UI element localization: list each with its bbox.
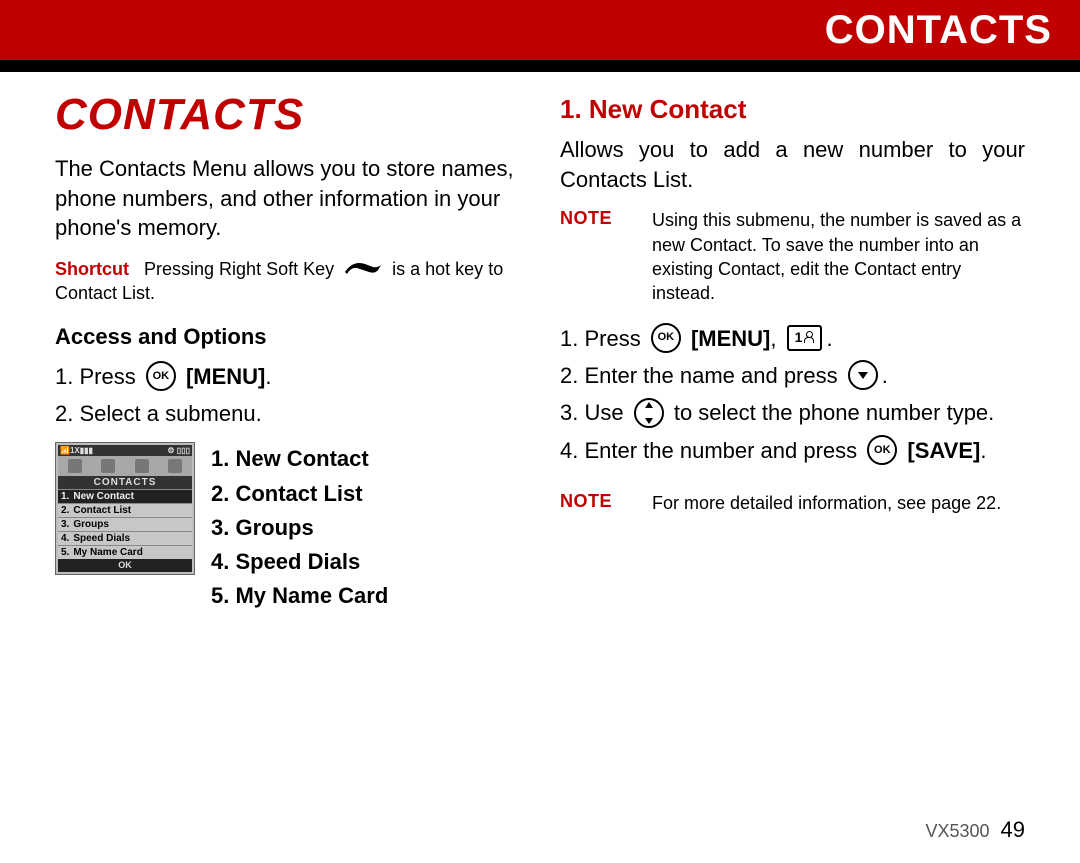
nav-updown-icon [634, 398, 664, 428]
chapter-title: CONTACTS [55, 90, 520, 140]
phone-item-2: 2.Contact List [58, 503, 192, 517]
intro-text: The Contacts Menu allows you to store na… [55, 154, 520, 243]
key-1-icon: 1 [787, 325, 823, 351]
menu-item-4: 4. Speed Dials [211, 545, 388, 579]
section-heading: 1. New Contact [560, 94, 1025, 125]
model-number: VX5300 [925, 821, 989, 841]
note-2: NOTE For more detailed information, see … [560, 491, 1025, 515]
header-bar: CONTACTS [0, 0, 1080, 60]
ok-button-icon: OK [651, 323, 681, 353]
page-body: CONTACTS The Contacts Menu allows you to… [0, 72, 1080, 613]
access-step-1: 1. Press OK [MENU]. [55, 358, 520, 395]
note-label: NOTE [560, 491, 632, 515]
menu-item-2: 2. Contact List [211, 477, 388, 511]
step-4: 4. Enter the number and press OK [SAVE]. [560, 432, 1025, 469]
nav-down-icon [848, 360, 878, 390]
shortcut-line: Shortcut Pressing Right Soft Key is a ho… [55, 257, 520, 306]
shortcut-label: Shortcut [55, 259, 129, 279]
access-steps: 1. Press OK [MENU]. 2. Select a submenu. [55, 358, 520, 433]
step-1: 1. Press OK [MENU], 1. [560, 320, 1025, 357]
page-footer: VX5300 49 [925, 817, 1025, 843]
header-title: CONTACTS [825, 8, 1052, 53]
phone-item-4: 4.Speed Dials [58, 531, 192, 545]
phone-title: CONTACTS [58, 476, 192, 489]
header-divider [0, 60, 1080, 72]
note-1: NOTE Using this submenu, the number is s… [560, 208, 1025, 305]
ok-button-icon: OK [867, 435, 897, 465]
phone-item-3: 3.Groups [58, 517, 192, 531]
access-step-2: 2. Select a submenu. [55, 395, 520, 432]
menu-item-3: 3. Groups [211, 511, 388, 545]
note-label: NOTE [560, 208, 632, 305]
note-text: For more detailed information, see page … [652, 491, 1001, 515]
submenu-list: 1. New Contact 2. Contact List 3. Groups… [211, 442, 388, 612]
page-number: 49 [1001, 817, 1025, 842]
menu-item-5: 5. My Name Card [211, 579, 388, 613]
newcontact-steps: 1. Press OK [MENU], 1. 2. Enter the name… [560, 320, 1025, 470]
left-column: CONTACTS The Contacts Menu allows you to… [55, 90, 520, 613]
phone-ok: OK [58, 559, 192, 572]
access-heading: Access and Options [55, 324, 520, 350]
right-column: 1. New Contact Allows you to add a new n… [560, 90, 1025, 613]
step-2: 2. Enter the name and press . [560, 357, 1025, 394]
submenu-row: 📶1X▮▮▮⚙ ▯▯▯ CONTACTS 1.New Contact 2.Con… [55, 442, 520, 612]
menu-item-1: 1. New Contact [211, 442, 388, 476]
phone-item-5: 5.My Name Card [58, 545, 192, 559]
note-text: Using this submenu, the number is saved … [652, 208, 1025, 305]
shortcut-pre: Pressing Right Soft Key [144, 259, 334, 279]
phone-item-1: 1.New Contact [58, 489, 192, 503]
section-intro: Allows you to add a new number to your C… [560, 135, 1025, 194]
step-3: 3. Use to select the phone number type. [560, 394, 1025, 431]
ok-button-icon: OK [146, 361, 176, 391]
phone-screenshot: 📶1X▮▮▮⚙ ▯▯▯ CONTACTS 1.New Contact 2.Con… [55, 442, 195, 612]
right-soft-key-icon [343, 258, 383, 278]
